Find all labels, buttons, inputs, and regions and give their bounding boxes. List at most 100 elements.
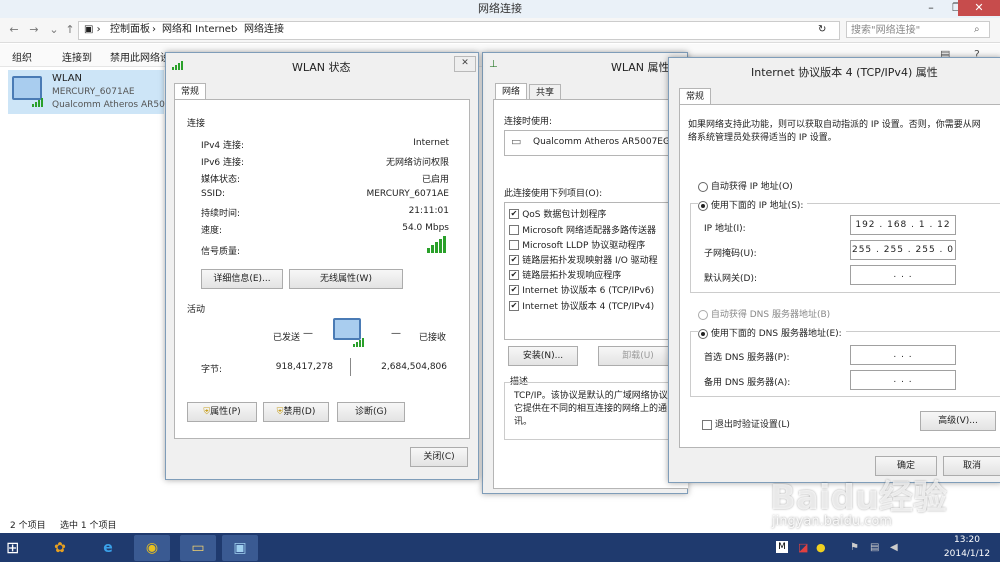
- auto-ip-option[interactable]: 自动获得 IP 地址(O): [698, 179, 793, 192]
- watermark-brand: Baidu经验: [770, 478, 948, 518]
- dash: —: [391, 328, 401, 339]
- connection-section-label: 连接: [187, 119, 206, 129]
- search-icon[interactable]: ⌕: [974, 24, 980, 35]
- ie-icon[interactable]: e: [90, 535, 126, 561]
- divider: [350, 358, 351, 376]
- breadcrumb-network-internet[interactable]: 网络和 Internet: [162, 22, 235, 37]
- network-connections-icon[interactable]: ▣: [222, 535, 258, 561]
- flag-icon[interactable]: ⚑: [850, 542, 859, 553]
- ssid-label: SSID:: [201, 189, 226, 199]
- clock-time[interactable]: 13:20: [944, 535, 990, 545]
- list-item[interactable]: ✔ 链路层拓扑发现映射器 I/O 驱动程: [509, 253, 658, 266]
- signal-icon: [172, 59, 184, 70]
- chrome-icon[interactable]: ◉: [134, 535, 170, 561]
- auto-ip-label: 自动获得 IP 地址(O): [710, 182, 793, 192]
- wireless-properties-button[interactable]: 无线属性(W): [289, 269, 403, 289]
- item-checkbox[interactable]: [509, 240, 519, 250]
- install-button[interactable]: 安装(N)...: [508, 346, 578, 366]
- manual-ip-option[interactable]: 使用下面的 IP 地址(S):: [698, 198, 808, 211]
- item-checkbox[interactable]: ✔: [509, 209, 519, 219]
- list-item[interactable]: ✔ QoS 数据包计划程序: [509, 207, 606, 220]
- forward-icon[interactable]: →: [26, 22, 42, 38]
- details-button[interactable]: 详细信息(E)...: [201, 269, 283, 289]
- recent-icon[interactable]: ⌄: [46, 22, 62, 38]
- start-icon[interactable]: ⊞: [6, 538, 19, 557]
- back-icon[interactable]: ←: [6, 22, 22, 38]
- diagnose-button[interactable]: 诊断(G): [337, 402, 405, 422]
- tab-general[interactable]: 常规: [174, 83, 207, 100]
- tray-icon[interactable]: ◪: [798, 541, 808, 554]
- search-input[interactable]: 搜索"网络连接": [846, 21, 990, 38]
- manual-ip-radio[interactable]: [698, 200, 708, 211]
- list-item[interactable]: ✔ 链路层拓扑发现响应程序: [509, 268, 621, 281]
- list-item[interactable]: Microsoft LLDP 协议驱动程序: [509, 238, 645, 251]
- auto-ip-radio[interactable]: [698, 181, 708, 192]
- speed-label: 速度:: [201, 226, 223, 236]
- close-button[interactable]: 关闭(C): [410, 447, 468, 467]
- advanced-button[interactable]: 高级(V)...: [920, 411, 996, 431]
- ip-address-field[interactable]: 192 . 168 . 1 . 12: [850, 215, 956, 235]
- item-label: Internet 协议版本 6 (TCP/IPv6): [522, 286, 655, 296]
- up-icon[interactable]: ↑: [62, 22, 78, 38]
- alternate-dns-field[interactable]: . . .: [850, 370, 956, 390]
- adapter-ssid: MERCURY_6071AE: [52, 87, 135, 97]
- ime-icon[interactable]: M: [776, 541, 788, 553]
- selected-count: 选中 1 个项目: [60, 521, 117, 531]
- minimize-button[interactable]: –: [918, 0, 944, 16]
- signal-bars-icon: [32, 96, 44, 107]
- uninstall-button[interactable]: 卸载(U): [598, 346, 678, 366]
- activity-section-label: 活动: [187, 305, 206, 315]
- list-item[interactable]: Microsoft 网络适配器多路传送器: [509, 223, 656, 236]
- network-tray-icon[interactable]: ▤: [870, 542, 879, 553]
- media-state-value: 已启用: [421, 175, 449, 185]
- item-label: Internet 协议版本 4 (TCP/IPv4): [522, 302, 655, 312]
- wlan-properties-dialog: ⊥ WLAN 属性 网络 共享 连接时使用: ▭ Qualcomm Athero…: [482, 52, 690, 494]
- tray-icon[interactable]: ●: [816, 541, 826, 554]
- cancel-button[interactable]: 取消: [943, 456, 1000, 476]
- clock-date[interactable]: 2014/1/12: [940, 549, 994, 559]
- item-checkbox[interactable]: ✔: [509, 270, 519, 280]
- preferred-dns-field[interactable]: . . .: [850, 345, 956, 365]
- general-tab-panel: 如果网络支持此功能，则可以获取自动指派的 IP 设置。否则，你需要从网络系统管理…: [679, 104, 1000, 448]
- cmd-organize[interactable]: 组织: [12, 49, 32, 64]
- manual-ip-label: 使用下面的 IP 地址(S):: [710, 201, 804, 211]
- tab-general[interactable]: 常规: [679, 88, 712, 105]
- manual-dns-radio[interactable]: [698, 328, 708, 339]
- auto-dns-option[interactable]: 自动获得 DNS 服务器地址(B): [698, 307, 830, 320]
- breadcrumb-control-panel[interactable]: 控制面板: [110, 22, 150, 37]
- volume-icon[interactable]: ◀: [890, 542, 898, 553]
- list-item[interactable]: ✔ Internet 协议版本 6 (TCP/IPv6): [509, 283, 654, 296]
- bytes-sent: 918,417,278: [275, 362, 333, 372]
- breadcrumb-network-connections[interactable]: 网络连接: [244, 22, 284, 37]
- file-explorer-icon[interactable]: ▭: [180, 535, 216, 561]
- properties-button[interactable]: ⛨属性(P): [187, 402, 257, 422]
- gateway-field[interactable]: . . .: [850, 265, 956, 285]
- manual-dns-option[interactable]: 使用下面的 DNS 服务器地址(E):: [698, 326, 846, 339]
- item-checkbox[interactable]: ✔: [509, 301, 519, 311]
- description-text: TCP/IP。该协议是默认的广域网络协议，它提供在不同的相互连接的网络上的通讯。: [514, 391, 677, 427]
- cmd-connect-to[interactable]: 连接到: [62, 49, 92, 64]
- app-icon[interactable]: ✿: [42, 535, 78, 561]
- item-checkbox[interactable]: [509, 225, 519, 235]
- item-count: 2 个项目: [10, 521, 46, 531]
- disable-button[interactable]: ⛨禁用(D): [263, 402, 329, 422]
- item-checkbox[interactable]: ✔: [509, 285, 519, 295]
- components-list: ✔ QoS 数据包计划程序 Microsoft 网络适配器多路传送器 Micro…: [504, 202, 690, 340]
- close-icon[interactable]: ✕: [454, 56, 476, 72]
- close-button[interactable]: ✕: [958, 0, 1000, 16]
- validate-option[interactable]: 退出时验证设置(L): [702, 417, 790, 430]
- item-checkbox[interactable]: ✔: [509, 255, 519, 265]
- ipv6-value: 无网络访问权限: [385, 158, 449, 168]
- tab-network[interactable]: 网络: [495, 83, 528, 100]
- duration-label: 持续时间:: [201, 209, 241, 219]
- subnet-mask-field[interactable]: 255 . 255 . 255 . 0: [850, 240, 956, 260]
- refresh-icon[interactable]: ↻: [818, 22, 826, 37]
- auto-dns-radio[interactable]: [698, 309, 708, 320]
- ipv4-properties-dialog: Internet 协议版本 4 (TCP/IPv4) 属性 常规 如果网络支持此…: [668, 57, 1000, 483]
- connect-using-label: 连接时使用:: [504, 117, 553, 127]
- adapter-item-wlan[interactable]: WLAN MERCURY_6071AE Qualcomm Atheros AR5…: [8, 70, 171, 114]
- wlan-status-dialog: WLAN 状态 ✕ 常规 连接 IPv4 连接: Internet IPv6 连…: [165, 52, 479, 480]
- list-item[interactable]: ✔ Internet 协议版本 4 (TCP/IPv4): [509, 299, 654, 312]
- speed-value: 54.0 Mbps: [402, 223, 449, 233]
- validate-checkbox[interactable]: [702, 419, 712, 430]
